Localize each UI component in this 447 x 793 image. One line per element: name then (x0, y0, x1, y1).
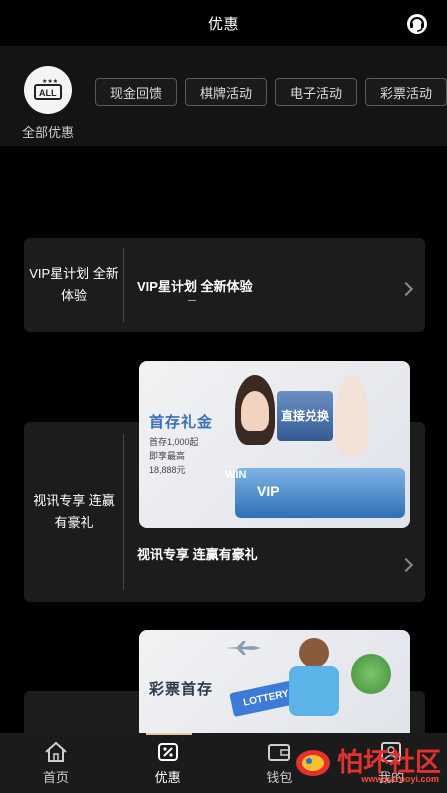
promo-banner-lottery[interactable]: 彩票首存 LOTTERY (139, 630, 410, 733)
home-icon (45, 741, 67, 762)
divider (123, 248, 124, 322)
banner-line: 18,888元 (149, 465, 186, 475)
category-bar: ★★★ ALL 全部优惠 现金回馈 棋牌活动 电子活动 彩票活动 (0, 46, 447, 146)
person-shirt-image (289, 666, 339, 716)
svg-text:★★★: ★★★ (42, 78, 58, 85)
banner-line: 首存1,000起 (149, 437, 199, 447)
nav-label: 优惠 (154, 769, 181, 785)
divider (188, 300, 196, 301)
promo-left-label: VIP星计划 全新体验 (29, 266, 119, 303)
svg-text:ALL: ALL (39, 88, 57, 98)
watermark-url: www.pazuoyi.com (361, 774, 439, 784)
promo-left-label: 视讯专享 连赢有豪礼 (33, 493, 115, 530)
app-header: 优惠 (0, 0, 447, 46)
banner-title: 彩票首存 (149, 681, 214, 698)
chip-electronic[interactable]: 电子活动 (275, 78, 357, 106)
promo-card-vip[interactable]: VIP星计划 全新体验 VIP星计划 全新体验 (24, 238, 425, 332)
promo-banner-first-deposit[interactable]: 首存礼金 首存1,000起 即享最高 18,888元 直接兑换 VIP WIN (139, 361, 410, 528)
chevron-right-icon (398, 281, 414, 297)
model-face-image (241, 391, 269, 431)
banner-vip-text: VIP (257, 483, 280, 499)
chip-chess[interactable]: 棋牌活动 (185, 78, 267, 106)
banner-title: 首存礼金 (149, 414, 214, 431)
wallet-icon (268, 743, 291, 761)
banner-line: 即享最高 (149, 451, 186, 461)
all-promotions-tab[interactable]: ★★★ ALL 全部优惠 (18, 66, 78, 141)
customer-service-icon[interactable] (405, 12, 429, 36)
nav-home[interactable]: 首页 (0, 733, 112, 793)
watermark: 怕坏社区 www.pazuoyi.com (293, 742, 441, 784)
chip-lottery[interactable]: 彩票活动 (365, 78, 447, 106)
chevron-right-icon (398, 557, 414, 573)
nav-promotions[interactable]: 优惠 (112, 733, 224, 793)
promo-title: 视讯专享 连赢有豪礼 (137, 547, 258, 562)
divider (123, 434, 124, 590)
banner-win-text: WIN (225, 469, 247, 481)
palm-tree-image (351, 654, 391, 694)
airplane-icon (225, 641, 261, 655)
model-figure-image (335, 375, 369, 455)
all-icon: ★★★ ALL (24, 66, 72, 114)
category-chips: 现金回馈 棋牌活动 电子活动 彩票活动 (95, 78, 447, 106)
nav-label: 钱包 (266, 769, 293, 785)
watermark-logo-icon (295, 749, 330, 776)
promotion-list: VIP星计划 全新体验 VIP星计划 全新体验 视讯专享 连赢有豪礼 视讯专享 … (0, 146, 447, 733)
nav-label: 首页 (42, 769, 69, 785)
banner-badge: 直接兑换 (277, 391, 333, 441)
page-title: 优惠 (207, 15, 239, 33)
nav-active-indicator (146, 733, 192, 735)
person-image (299, 638, 329, 668)
gift-icon (157, 742, 178, 761)
promo-title: VIP星计划 全新体验 (137, 279, 253, 294)
chip-cashback[interactable]: 现金回馈 (95, 78, 177, 106)
all-promotions-label: 全部优惠 (21, 125, 74, 140)
